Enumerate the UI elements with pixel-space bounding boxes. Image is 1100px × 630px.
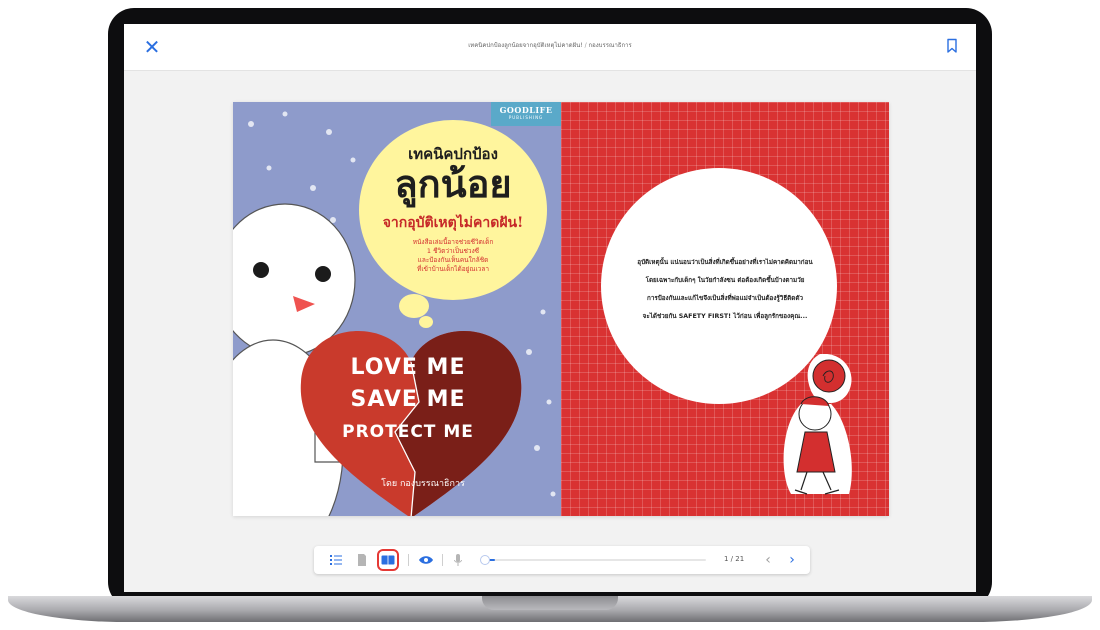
cover-subtitle: หนังสือเล่มนี้อาจช่วยชีวิตเด็ก 1 ชีวิตว่… xyxy=(381,238,525,274)
page-indicator: 1 / 21 xyxy=(724,555,745,563)
cover-subtitle-line: ที่เข้าบ้านเด็กได้อยู่ณเวลา xyxy=(417,265,489,273)
blurb-line: โดยเฉพาะกับเด็กๆ ในวัยกำลังซน ต่อต้องเกิ… xyxy=(645,277,805,284)
cover-subtitle-line: 1 ชีวิตว่าเป็นช่วงซี xyxy=(426,247,480,255)
document-title: เทคนิคปกป้องลูกน้อยจากอุบัติเหตุไม่คาดฝั… xyxy=(354,40,746,50)
slogan-line-1: LOVE ME xyxy=(350,355,466,380)
toolbar-divider xyxy=(442,554,443,566)
book-title: เทคนิคปกป้องลูกน้อยจากอุบัติเหตุไม่คาดฝั… xyxy=(468,42,583,49)
book-author-subtitle: กองบรรณาธิการ xyxy=(588,42,632,49)
book-spread[interactable]: GOODLIFE PUBLISHING เทคนิคปกป้อง ลูกน้อย… xyxy=(233,102,889,516)
blurb-line: จะได้ช่วยกัน SAFETY FIRST! ไว้ก่อน เพื่อ… xyxy=(642,313,808,320)
publisher-tagline: PUBLISHING xyxy=(508,115,544,120)
eye-icon[interactable] xyxy=(418,552,434,568)
back-cover-blurb: อุบัติเหตุนั้น แน่นอนว่าเป็นสิ่งที่เกิดข… xyxy=(623,254,827,326)
cover-title-line-3: จากอุบัติเหตุไม่คาดฝัน! xyxy=(382,215,524,231)
close-icon[interactable]: ✕ xyxy=(142,37,162,57)
single-page-icon[interactable] xyxy=(354,552,370,568)
reader-top-bar: ✕ เทคนิคปกป้องลูกน้อยจากอุบัติเหตุไม่คาด… xyxy=(124,24,976,71)
double-page-icon[interactable] xyxy=(377,549,399,571)
blurb-line: การป้องกันและแก้ไขจึงเป็นสิ่งที่พ่อแม่จำ… xyxy=(647,295,803,302)
slogan-line-3: PROTECT ME xyxy=(342,422,474,442)
girl-illustration xyxy=(783,354,852,495)
reader-screen: ✕ เทคนิคปกป้องลูกน้อยจากอุบัติเหตุไม่คาด… xyxy=(124,24,976,592)
publisher-name: GOODLIFE xyxy=(499,105,553,115)
laptop-notch xyxy=(482,596,618,610)
microphone-icon[interactable] xyxy=(450,552,466,568)
chevron-right-icon[interactable]: › xyxy=(784,551,800,569)
blurb-line: อุบัติเหตุนั้น แน่นอนว่าเป็นสิ่งที่เกิดข… xyxy=(637,259,813,266)
reader-toolbar: 1 / 21 ‹ › xyxy=(314,546,810,574)
front-cover-page: GOODLIFE PUBLISHING เทคนิคปกป้อง ลูกน้อย… xyxy=(233,102,561,516)
page-progress-thumb[interactable] xyxy=(480,555,490,565)
publisher-logo: GOODLIFE PUBLISHING xyxy=(491,102,561,126)
bookmark-icon[interactable] xyxy=(946,38,958,54)
toolbar-divider xyxy=(408,554,409,566)
page-progress-track[interactable] xyxy=(484,559,706,561)
cover-author: โดย กองบรรณาธิการ xyxy=(381,479,465,489)
title-bubble: เทคนิคปกป้อง ลูกน้อย จากอุบัติเหตุไม่คาด… xyxy=(359,120,547,300)
thought-bubble-dot xyxy=(399,294,429,318)
back-cover-page: อุบัติเหตุนั้น แน่นอนว่าเป็นสิ่งที่เกิดข… xyxy=(561,102,889,516)
chevron-left-icon[interactable]: ‹ xyxy=(760,551,776,569)
love-me-slogan: LOVE ME SAVE ME PROTECT ME xyxy=(313,352,503,448)
slogan-line-2: SAVE ME xyxy=(350,387,466,412)
cover-title-line-2: ลูกน้อย xyxy=(394,161,512,206)
cover-subtitle-line: หนังสือเล่มนี้อาจช่วยชีวิตเด็ก xyxy=(412,238,494,246)
list-icon[interactable] xyxy=(328,552,344,568)
cover-subtitle-line: และป้องกันเห็นคนใกล้ชิด xyxy=(417,256,489,264)
thought-bubble-dot xyxy=(419,316,433,328)
